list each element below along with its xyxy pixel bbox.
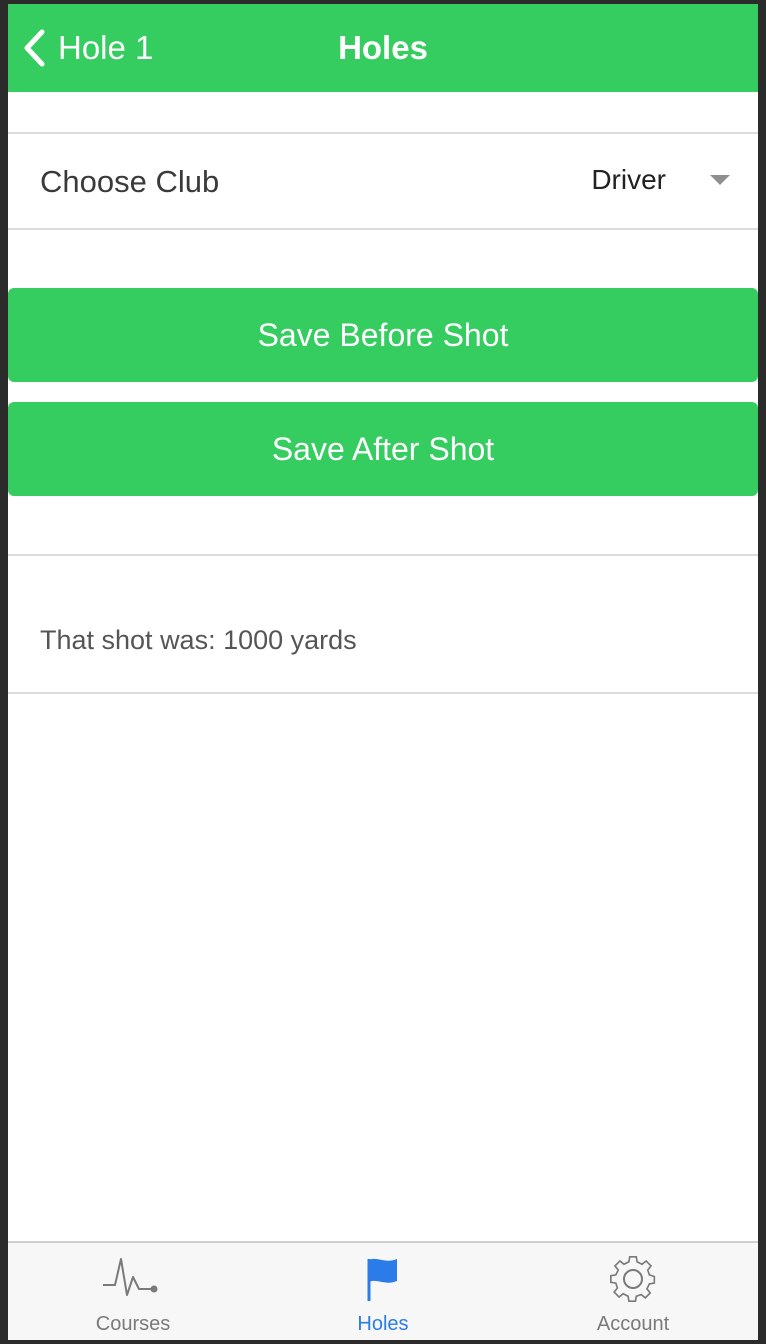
flag-icon bbox=[363, 1251, 403, 1308]
divider bbox=[8, 554, 758, 556]
divider bbox=[8, 228, 758, 230]
choose-club-label: Choose Club bbox=[40, 164, 220, 199]
save-before-shot-button[interactable]: Save Before Shot bbox=[8, 288, 758, 382]
club-select-value: Driver bbox=[591, 164, 666, 195]
tab-courses-label: Courses bbox=[95, 1313, 171, 1335]
app-screen: Hole 1 Holes Choose Club Driver Save Bef… bbox=[8, 4, 758, 1340]
navigation-bar: Hole 1 Holes bbox=[8, 4, 758, 92]
divider bbox=[8, 692, 758, 694]
shot-distance-text: That shot was: 1000 yards bbox=[40, 625, 357, 655]
tab-courses[interactable]: Courses bbox=[8, 1243, 258, 1340]
tab-bar: Courses Holes Account bbox=[8, 1241, 758, 1340]
tab-holes-label: Holes bbox=[357, 1313, 409, 1335]
club-select[interactable]: Driver bbox=[591, 160, 730, 200]
gear-icon bbox=[605, 1251, 661, 1312]
tab-holes[interactable]: Holes bbox=[258, 1243, 508, 1340]
save-after-shot-button[interactable]: Save After Shot bbox=[8, 402, 758, 496]
dropdown-caret-icon bbox=[710, 175, 730, 185]
tab-account-label: Account bbox=[596, 1313, 670, 1335]
page-title: Holes bbox=[338, 29, 428, 66]
tab-account[interactable]: Account bbox=[508, 1243, 758, 1340]
choose-club-row: Choose Club Driver bbox=[8, 134, 758, 228]
pulse-icon bbox=[101, 1251, 165, 1308]
